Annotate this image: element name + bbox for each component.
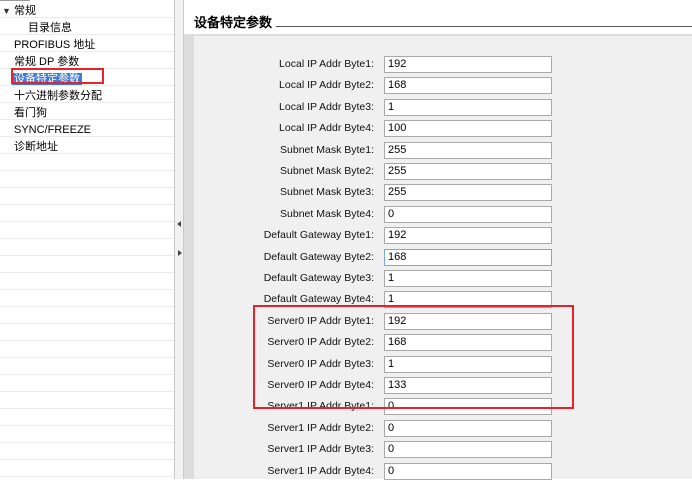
nav-root-general[interactable]: ▼ 常规: [2, 3, 38, 19]
param-label: Server1 IP Addr Byte2:: [267, 421, 374, 434]
param-label: Local IP Addr Byte4:: [279, 122, 374, 135]
param-label: Default Gateway Byte4:: [263, 293, 374, 306]
param-label: Subnet Mask Byte3:: [280, 186, 374, 199]
param-value-input[interactable]: 0: [384, 398, 552, 416]
nav-item[interactable]: 十六进制参数分配: [12, 88, 104, 104]
section-header: 设备特定参数: [184, 0, 692, 34]
param-row: Default Gateway Byte1: 192: [194, 227, 692, 245]
param-row: Server1 IP Addr Byte2: 0: [194, 419, 692, 437]
section-title: 设备特定参数: [194, 15, 273, 30]
expand-right-arrow-icon[interactable]: [178, 250, 182, 256]
param-row: Subnet Mask Byte2: 255: [194, 163, 692, 180]
param-label: Server0 IP Addr Byte3:: [267, 357, 374, 370]
param-label: Server0 IP Addr Byte4:: [267, 379, 374, 391]
nav-item[interactable]: PROFIBUS 地址: [12, 37, 97, 53]
nav-item[interactable]: 设备特定参数: [12, 71, 82, 87]
nav-item[interactable]: SYNC/FREEZE: [12, 122, 93, 138]
param-value-input[interactable]: 1: [384, 98, 552, 116]
nav-item-label: PROFIBUS 地址: [14, 39, 96, 51]
param-row: Server1 IP Addr Byte4: 0: [194, 462, 692, 480]
param-value-input[interactable]: 0: [384, 419, 552, 437]
param-value-input[interactable]: 1: [384, 291, 552, 309]
expand-arrow-icon[interactable]: ▼: [2, 3, 12, 19]
param-value-input[interactable]: 0: [384, 441, 552, 459]
param-label: Subnet Mask Byte1:: [280, 143, 374, 156]
param-value-input[interactable]: 255: [384, 141, 552, 159]
param-label: Server0 IP Addr Byte2:: [267, 336, 374, 349]
param-row: Server0 IP Addr Byte2: 168: [194, 334, 692, 352]
param-label: Server1 IP Addr Byte4:: [267, 464, 374, 477]
param-row: Server0 IP Addr Byte4: 133: [194, 377, 692, 394]
param-label: Default Gateway Byte3:: [263, 272, 374, 284]
param-row: Server0 IP Addr Byte1: 192: [194, 312, 692, 330]
param-value-input[interactable]: 168: [384, 77, 552, 95]
param-row: Subnet Mask Byte4: 0: [194, 205, 692, 223]
param-label: Local IP Addr Byte1:: [279, 58, 374, 70]
param-label: Server1 IP Addr Byte1:: [267, 400, 374, 413]
nav-item[interactable]: 常规 DP 参数: [12, 54, 81, 70]
param-value-input[interactable]: 168: [384, 248, 552, 266]
param-label: Subnet Mask Byte2:: [280, 165, 374, 177]
param-row: Server0 IP Addr Byte3: 1: [194, 355, 692, 373]
param-value-input[interactable]: 0: [384, 205, 552, 223]
nav-item[interactable]: 目录信息: [26, 20, 74, 36]
param-label: Server1 IP Addr Byte3:: [267, 443, 374, 456]
section-divider: [276, 26, 692, 27]
nav-item-label: 常规 DP 参数: [14, 56, 80, 68]
param-value-input[interactable]: 192: [384, 56, 552, 73]
param-label: Default Gateway Byte1:: [263, 229, 374, 242]
panel-splitter[interactable]: [174, 0, 184, 479]
collapse-left-arrow-icon[interactable]: [177, 221, 181, 227]
nav-item-label: 目录信息: [28, 22, 72, 34]
param-value-input[interactable]: 168: [384, 334, 552, 352]
param-row: Subnet Mask Byte1: 255: [194, 141, 692, 159]
param-row: Server1 IP Addr Byte3: 0: [194, 441, 692, 459]
param-value-input[interactable]: 255: [384, 184, 552, 202]
param-value-input[interactable]: 100: [384, 120, 552, 138]
param-value-input[interactable]: 0: [384, 462, 552, 480]
param-row: Subnet Mask Byte3: 255: [194, 184, 692, 202]
param-label: Subnet Mask Byte4:: [280, 207, 374, 220]
param-row: Local IP Addr Byte1: 192: [194, 56, 692, 73]
nav-item-label: 看门狗: [14, 107, 47, 119]
nav-root-label: 常规: [14, 5, 36, 17]
param-label: Local IP Addr Byte3:: [279, 100, 374, 113]
nav-tree: ▼ 常规 目录信息 PROFIBUS 地址 常规 DP 参数 设备特定参数十六进制参数分…: [0, 0, 174, 479]
param-label: Server0 IP Addr Byte1:: [267, 314, 374, 327]
param-row: Local IP Addr Byte2: 168: [194, 77, 692, 95]
nav-item-label: 设备特定参数: [12, 73, 82, 85]
main-content: 设备特定参数 Local IP Addr Byte1: 192 Local IP A…: [184, 0, 692, 480]
param-label: Local IP Addr Byte2:: [279, 79, 374, 92]
param-value-input[interactable]: 1: [384, 355, 552, 373]
param-value-input[interactable]: 192: [384, 312, 552, 330]
param-row: Default Gateway Byte2: 168: [194, 248, 692, 266]
param-row: Server1 IP Addr Byte1: 0: [194, 398, 692, 416]
param-value-input[interactable]: 133: [384, 377, 552, 394]
nav-item[interactable]: 看门狗: [12, 105, 49, 121]
param-value-input[interactable]: 192: [384, 227, 552, 245]
param-row: Local IP Addr Byte4: 100: [194, 120, 692, 138]
param-row: Local IP Addr Byte3: 1: [194, 98, 692, 116]
param-value-input[interactable]: 255: [384, 163, 552, 180]
parameter-panel: Local IP Addr Byte1: 192 Local IP Addr Byt…: [194, 36, 692, 480]
nav-item-label: SYNC/FREEZE: [14, 124, 92, 136]
param-row: Default Gateway Byte3: 1: [194, 270, 692, 287]
nav-top-divider: [0, 0, 30, 1]
param-value-input[interactable]: 1: [384, 270, 552, 287]
nav-item-label: 十六进制参数分配: [14, 90, 102, 102]
nav-item-label: 诊断地址: [14, 141, 58, 153]
nav-item[interactable]: 诊断地址: [12, 139, 60, 155]
param-row: Default Gateway Byte4: 1: [194, 291, 692, 309]
param-label: Default Gateway Byte2:: [263, 250, 374, 263]
